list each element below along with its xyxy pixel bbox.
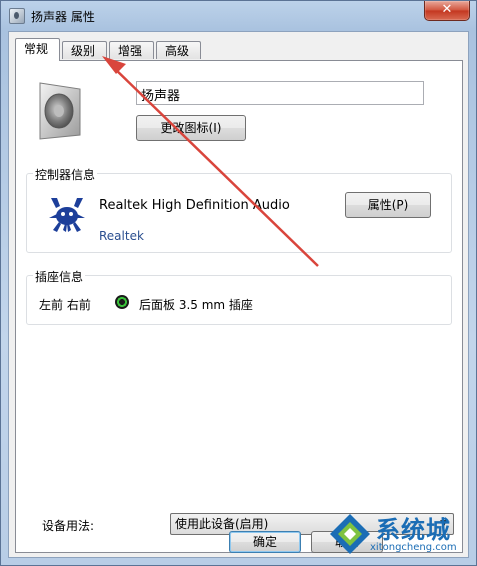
watermark: 系统城 xitongcheng.com [326, 508, 474, 562]
tab-general[interactable]: 常规 [15, 38, 60, 61]
watermark-brand: 系统城 [376, 516, 451, 544]
watermark-logo-icon [330, 514, 370, 554]
annotation-arrow [102, 56, 319, 267]
watermark-url: xitongcheng.com [370, 542, 457, 553]
